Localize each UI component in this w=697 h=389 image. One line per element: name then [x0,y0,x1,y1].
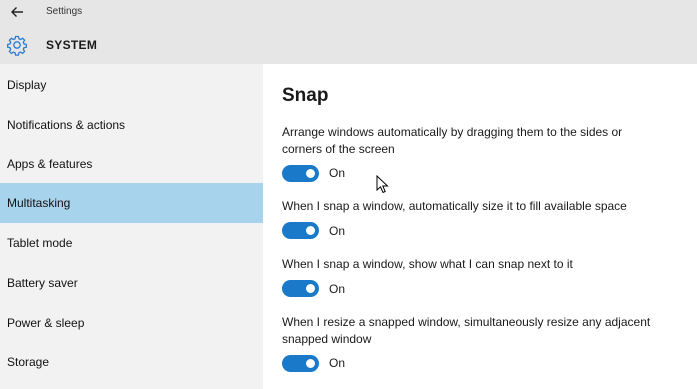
arrow-left-icon [11,7,23,17]
gear-icon [7,35,27,56]
sidebar-item-label: Multitasking [7,196,71,210]
title-bar: Settings [0,0,697,24]
sidebar-item-label: Battery saver [7,276,78,290]
sidebar-item-display[interactable]: Display [0,65,263,105]
toggle-state-label: On [329,356,346,370]
sidebar-item-apps-features[interactable]: Apps & features [0,144,263,184]
toggle-knob [306,169,315,178]
setting-label-resize-adjacent: When I resize a snapped window, simultan… [282,315,651,346]
sidebar-item-label: Notifications & actions [7,118,126,132]
toggle-arrange-windows[interactable] [282,165,319,182]
sidebar-item-label: Tablet mode [7,236,73,250]
setting-label-auto-size: When I snap a window, automatically size… [282,199,627,213]
main-content: Snap Arrange windows automatically by dr… [263,64,697,389]
sidebar-item-label: Apps & features [7,157,93,171]
toggle-knob [306,284,315,293]
toggle-state-label: On [329,282,346,296]
sidebar-item-label: Power & sleep [7,316,85,330]
toggle-auto-size[interactable] [282,222,319,239]
sidebar-item-tablet-mode[interactable]: Tablet mode [0,223,263,263]
sidebar-item-storage[interactable]: Storage [0,342,263,382]
mouse-pointer-icon [376,175,389,194]
toggle-state-label: On [329,224,346,238]
setting-label-arrange-windows: Arrange windows automatically by draggin… [282,125,623,156]
sidebar-item-power-sleep[interactable]: Power & sleep [0,303,263,343]
section-title: SYSTEM [46,38,98,52]
toggle-snap-assist[interactable] [282,280,319,297]
setting-label-snap-assist: When I snap a window, show what I can sn… [282,257,573,271]
sidebar: Display Notifications & actions Apps & f… [0,64,263,389]
sidebar-item-label: Storage [7,355,50,369]
window-title: Settings [46,6,83,17]
page-title: Snap [282,85,329,106]
sidebar-item-notifications[interactable]: Notifications & actions [0,105,263,145]
sidebar-item-battery-saver[interactable]: Battery saver [0,263,263,303]
sidebar-item-multitasking[interactable]: Multitasking [0,183,263,223]
section-header: SYSTEM [0,24,697,64]
toggle-resize-adjacent[interactable] [282,355,319,372]
sidebar-item-label: Display [7,78,47,92]
toggle-knob [306,359,315,368]
toggle-state-label: On [329,166,346,180]
back-button[interactable] [7,3,27,21]
toggle-knob [306,226,315,235]
